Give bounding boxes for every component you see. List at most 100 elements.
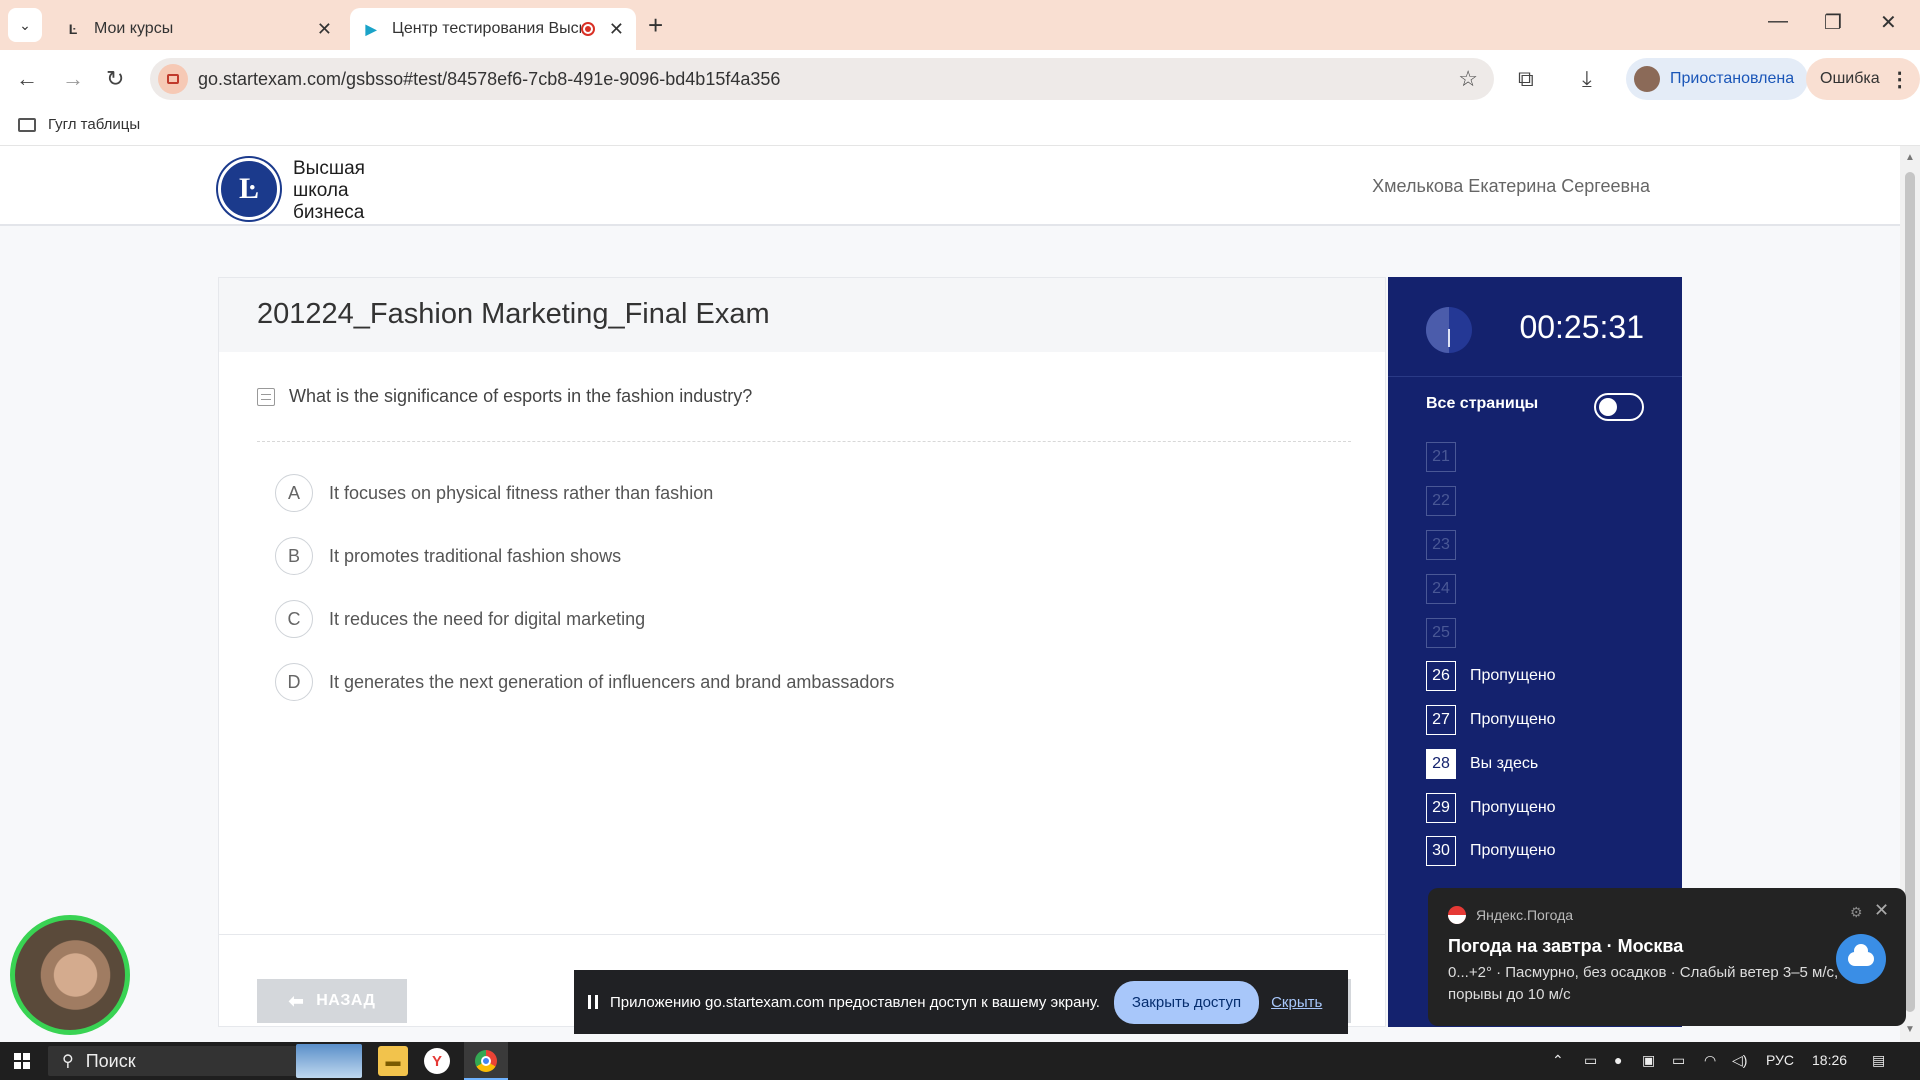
page-number[interactable]: 27 — [1426, 705, 1456, 735]
bookmark-google-sheets[interactable]: Гугл таблицы — [18, 116, 140, 133]
tab-testing-center[interactable]: ▶ Центр тестирования Высш ✕ — [350, 8, 636, 50]
page-item[interactable]: 23 — [1426, 530, 1456, 560]
tab-title: Центр тестирования Высш — [392, 20, 581, 37]
chrome-icon — [475, 1050, 497, 1072]
page-number[interactable]: 23 — [1426, 530, 1456, 560]
stop-sharing-button[interactable]: Закрыть доступ — [1113, 980, 1260, 1024]
page-item[interactable]: 21 — [1426, 442, 1456, 472]
screen-share-bar: Приложению go.startexam.com предоставлен… — [574, 970, 1348, 1034]
page-item[interactable]: 29 Пропущено — [1426, 793, 1556, 823]
option-text[interactable]: It generates the next generation of infl… — [329, 672, 894, 693]
back-arrow-icon[interactable]: ← — [16, 66, 38, 92]
logo-line: школа — [293, 180, 349, 201]
close-window-button[interactable]: ✕ — [1880, 10, 1897, 35]
chevron-up-icon[interactable]: ⌃ — [1552, 1052, 1564, 1069]
scroll-up-icon[interactable]: ▲ — [1905, 152, 1915, 163]
search-label: Поиск — [85, 1050, 136, 1071]
yandex-browser-icon[interactable]: Y — [424, 1048, 450, 1074]
option-letter[interactable]: C — [275, 600, 313, 638]
microphone-icon[interactable]: ● — [1614, 1052, 1622, 1068]
page-item[interactable]: 27 Пропущено — [1426, 705, 1556, 735]
arrow-left-icon: ⬅ — [288, 990, 305, 1011]
new-tab-button[interactable]: + — [648, 10, 663, 41]
wifi-icon[interactable]: ◠ — [1704, 1052, 1716, 1069]
url-text[interactable]: go.startexam.com/gsbsso#test/84578ef6-7c… — [198, 69, 1458, 90]
page-number[interactable]: 30 — [1426, 836, 1456, 866]
page-number[interactable]: 26 — [1426, 661, 1456, 691]
answer-option-d[interactable]: D It generates the next generation of in… — [275, 663, 894, 701]
weather-notification[interactable]: Яндекс.Погода ⚙ ✕ Погода на завтра · Мос… — [1428, 888, 1906, 1026]
user-name: Хмелькова Екатерина Сергеевна — [1372, 176, 1650, 196]
error-menu-button[interactable]: Ошибка ⋮ — [1806, 58, 1920, 100]
minimize-button[interactable]: — — [1768, 10, 1788, 33]
reload-icon[interactable]: ↻ — [106, 66, 124, 92]
clock[interactable]: 18:26 — [1812, 1052, 1847, 1068]
file-explorer-icon[interactable]: ▬ — [378, 1046, 408, 1076]
option-letter[interactable]: B — [275, 537, 313, 575]
profile-button[interactable]: Приостановлена — [1626, 58, 1809, 100]
bookmark-star-icon[interactable]: ☆ — [1458, 66, 1478, 92]
browser-tab-strip: ⌄ Ŀ Мои курсы ✕ ▶ Центр тестирования Выс… — [0, 0, 1920, 50]
timer-icon — [1426, 307, 1472, 353]
page-item[interactable]: 30 Пропущено — [1426, 836, 1556, 866]
browser-toolbar: ← → ↻ go.startexam.com/gsbsso#test/84578… — [0, 50, 1920, 108]
page-number[interactable]: 24 — [1426, 574, 1456, 604]
windows-taskbar: ⚲ Поиск ▬ Y ⌃ ▭ ● ▣ ▭ ◠ ◁) РУС 18:26 ▤ — [0, 1042, 1920, 1080]
chrome-taskbar-button[interactable] — [464, 1042, 508, 1080]
option-text[interactable]: It focuses on physical fitness rather th… — [329, 483, 713, 504]
windows-start-icon[interactable] — [14, 1053, 30, 1069]
page-item[interactable]: 24 — [1426, 574, 1456, 604]
search-highlight-image[interactable] — [296, 1044, 362, 1078]
page-number[interactable]: 21 — [1426, 442, 1456, 472]
answer-option-b[interactable]: B It promotes traditional fashion shows — [275, 537, 621, 575]
search-icon: ⚲ — [62, 1053, 74, 1070]
close-tab-icon[interactable]: ✕ — [609, 19, 624, 40]
scroll-thumb[interactable] — [1905, 172, 1915, 1012]
scroll-down-icon[interactable]: ▼ — [1905, 1024, 1915, 1035]
tab-search-button[interactable]: ⌄ — [8, 8, 42, 42]
folder-icon — [18, 117, 36, 132]
startexam-favicon-icon: ▶ — [365, 20, 377, 37]
question: What is the significance of esports in t… — [257, 386, 752, 407]
restore-button[interactable]: ❐ — [1824, 10, 1842, 35]
taskbar-search[interactable]: ⚲ Поиск — [48, 1046, 300, 1076]
page-item[interactable]: 22 — [1426, 486, 1456, 516]
hide-link[interactable]: Скрыть — [1271, 994, 1322, 1011]
page-item[interactable]: 25 — [1426, 618, 1456, 648]
avatar — [1634, 66, 1660, 92]
download-icon[interactable]: ⤓ — [1582, 66, 1592, 92]
page-item[interactable]: 26 Пропущено — [1426, 661, 1556, 691]
language-indicator[interactable]: РУС — [1766, 1052, 1794, 1068]
tab-my-courses[interactable]: Ŀ Мои курсы ✕ — [52, 8, 344, 50]
answer-option-c[interactable]: C It reduces the need for digital market… — [275, 600, 645, 638]
back-button[interactable]: ⬅ НАЗАД — [257, 979, 407, 1023]
battery-icon[interactable]: ▭ — [1672, 1052, 1685, 1069]
screen-share-tray-icon[interactable]: ▣ — [1642, 1052, 1655, 1069]
option-letter[interactable]: A — [275, 474, 313, 512]
close-tab-icon[interactable]: ✕ — [317, 19, 332, 40]
page-number[interactable]: 28 — [1426, 749, 1456, 779]
back-label: НАЗАД — [316, 992, 376, 1009]
settings-icon[interactable]: ⚙ — [1850, 904, 1863, 921]
option-letter[interactable]: D — [275, 663, 313, 701]
page-number[interactable]: 25 — [1426, 618, 1456, 648]
screen-share-site-icon[interactable] — [158, 64, 188, 94]
page-number[interactable]: 22 — [1426, 486, 1456, 516]
all-pages-toggle[interactable] — [1594, 393, 1644, 421]
notifications-icon[interactable]: ▤ — [1872, 1052, 1885, 1069]
cloud-icon — [1836, 934, 1886, 984]
page-number[interactable]: 29 — [1426, 793, 1456, 823]
close-icon[interactable]: ✕ — [1874, 900, 1889, 921]
extensions-icon[interactable]: ⧉ — [1518, 66, 1534, 92]
notification-body: 0...+2° · Пасмурно, без осадков · Слабый… — [1448, 964, 1839, 1003]
answer-option-a[interactable]: A It focuses on physical fitness rather … — [275, 474, 713, 512]
volume-icon[interactable]: ◁) — [1732, 1052, 1747, 1069]
address-bar[interactable]: go.startexam.com/gsbsso#test/84578ef6-7c… — [150, 58, 1494, 100]
device-icon[interactable]: ▭ — [1584, 1052, 1597, 1069]
option-text[interactable]: It reduces the need for digital marketin… — [329, 609, 645, 630]
site-header: Ŀ Высшая школа бизнеса Хмелькова Екатери… — [0, 146, 1900, 226]
option-text[interactable]: It promotes traditional fashion shows — [329, 546, 621, 567]
forward-arrow-icon[interactable]: → — [62, 66, 84, 92]
page-item-current[interactable]: 28 Вы здесь — [1426, 749, 1538, 779]
hse-favicon-icon: Ŀ — [68, 21, 78, 37]
